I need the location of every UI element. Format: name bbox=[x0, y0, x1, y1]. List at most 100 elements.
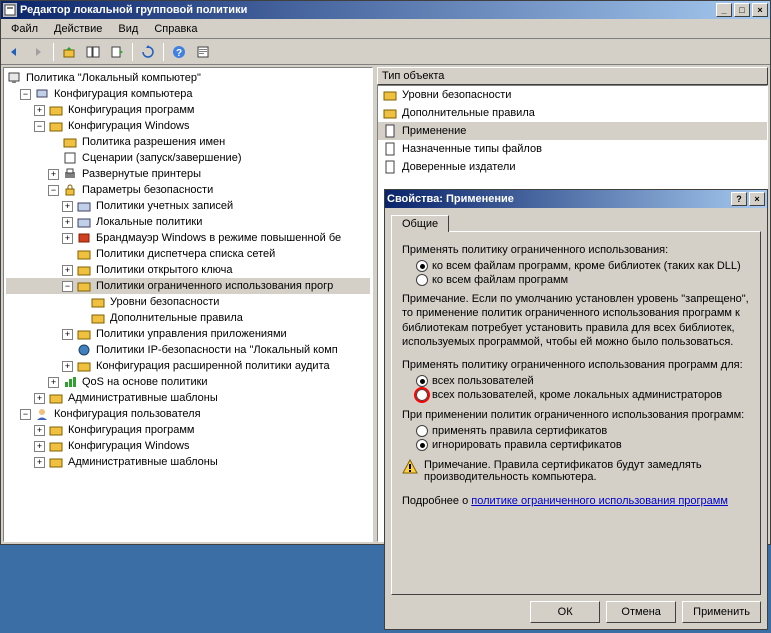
list-item[interactable]: Доверенные издатели bbox=[378, 158, 767, 176]
tree-seclevels[interactable]: Уровни безопасности bbox=[6, 294, 370, 310]
folder-icon bbox=[382, 87, 398, 103]
note1: Примечание. Если по умолчанию установлен… bbox=[402, 292, 750, 349]
cancel-button[interactable]: Отмена bbox=[606, 601, 676, 623]
expand-icon[interactable]: + bbox=[34, 425, 45, 436]
minimize-button[interactable]: _ bbox=[716, 3, 732, 17]
menu-file[interactable]: Файл bbox=[3, 21, 46, 37]
apply-button[interactable]: Применить bbox=[682, 601, 761, 623]
expand-icon[interactable]: + bbox=[62, 329, 73, 340]
section3-label: При применении политик ограниченного исп… bbox=[402, 409, 750, 421]
expand-icon[interactable]: + bbox=[48, 169, 59, 180]
collapse-icon[interactable]: − bbox=[34, 121, 45, 132]
expand-icon[interactable]: + bbox=[62, 265, 73, 276]
menu-help[interactable]: Справка bbox=[146, 21, 205, 37]
expand-icon[interactable]: + bbox=[34, 105, 45, 116]
tree-account-pol[interactable]: + Политики учетных записей bbox=[6, 198, 370, 214]
expand-icon[interactable]: + bbox=[62, 361, 73, 372]
tree-ipsec[interactable]: Политики IP-безопасности на "Локальный к… bbox=[6, 342, 370, 358]
close-button[interactable]: × bbox=[749, 192, 765, 206]
expand-icon[interactable]: + bbox=[62, 233, 73, 244]
tree-comp-config[interactable]: − Конфигурация компьютера bbox=[6, 86, 370, 102]
list-item[interactable]: Применение bbox=[378, 122, 767, 140]
collapse-icon[interactable]: − bbox=[20, 409, 31, 420]
tree-addrules[interactable]: Дополнительные правила bbox=[6, 310, 370, 326]
radio-icon[interactable] bbox=[416, 389, 428, 401]
folder-icon bbox=[48, 102, 64, 118]
radio-opt1a[interactable]: ко всем файлам программ, кроме библиотек… bbox=[416, 260, 750, 272]
folder-icon bbox=[76, 262, 92, 278]
menu-action[interactable]: Действие bbox=[46, 21, 110, 37]
tree-srp[interactable]: − Политики ограниченного использования п… bbox=[6, 278, 370, 294]
radio-opt3a[interactable]: применять правила сертификатов bbox=[416, 425, 750, 437]
forward-button[interactable] bbox=[27, 41, 49, 63]
radio-opt2b[interactable]: всех пользователей, кроме локальных адми… bbox=[416, 389, 750, 401]
tree-user-config[interactable]: − Конфигурация пользователя bbox=[6, 406, 370, 422]
up-button[interactable] bbox=[58, 41, 80, 63]
tree-firewall[interactable]: + Брандмауэр Windows в режиме повышенной… bbox=[6, 230, 370, 246]
tree-u-windows[interactable]: + Конфигурация Windows bbox=[6, 438, 370, 454]
tab-general[interactable]: Общие bbox=[391, 215, 449, 232]
more-link[interactable]: политике ограниченного использования про… bbox=[471, 495, 728, 507]
ok-button[interactable]: ОК bbox=[530, 601, 600, 623]
tree-nlm[interactable]: Политики диспетчера списка сетей bbox=[6, 246, 370, 262]
list-item[interactable]: Назначенные типы файлов bbox=[378, 140, 767, 158]
refresh-button[interactable] bbox=[137, 41, 159, 63]
folder-icon bbox=[48, 454, 64, 470]
tree-scripts[interactable]: Сценарии (запуск/завершение) bbox=[6, 150, 370, 166]
radio-icon[interactable] bbox=[416, 439, 428, 451]
tree-panel[interactable]: Политика "Локальный компьютер" − Конфигу… bbox=[3, 67, 373, 542]
tree-u-admin[interactable]: + Административные шаблоны bbox=[6, 454, 370, 470]
tree-admin-templ[interactable]: + Административные шаблоны bbox=[6, 390, 370, 406]
radio-icon[interactable] bbox=[416, 375, 428, 387]
tree-name-res[interactable]: Политика разрешения имен bbox=[6, 134, 370, 150]
radio-opt2a[interactable]: всех пользователей bbox=[416, 375, 750, 387]
tree-root[interactable]: Политика "Локальный компьютер" bbox=[6, 70, 370, 86]
more-info: Подробнее о политике ограниченного испол… bbox=[402, 495, 750, 507]
radio-icon[interactable] bbox=[416, 425, 428, 437]
tree-software-config[interactable]: + Конфигурация программ bbox=[6, 102, 370, 118]
back-button[interactable] bbox=[3, 41, 25, 63]
properties-button[interactable] bbox=[192, 41, 214, 63]
radio-opt3b[interactable]: игнорировать правила сертификатов bbox=[416, 439, 750, 451]
tree-label: Уровни безопасности bbox=[108, 296, 221, 308]
tree-pubkey[interactable]: + Политики открытого ключа bbox=[6, 262, 370, 278]
tree-advaudit[interactable]: + Конфигурация расширенной политики ауди… bbox=[6, 358, 370, 374]
expand-icon[interactable]: + bbox=[62, 217, 73, 228]
tree-printers[interactable]: + Развернутые принтеры bbox=[6, 166, 370, 182]
list-item[interactable]: Дополнительные правила bbox=[378, 104, 767, 122]
expand-icon[interactable]: + bbox=[34, 457, 45, 468]
menu-view[interactable]: Вид bbox=[110, 21, 146, 37]
radio-icon[interactable] bbox=[416, 260, 428, 272]
help-button[interactable]: ? bbox=[731, 192, 747, 206]
list-item[interactable]: Уровни безопасности bbox=[378, 86, 767, 104]
show-hide-tree-button[interactable] bbox=[82, 41, 104, 63]
tree-security[interactable]: − Параметры безопасности bbox=[6, 182, 370, 198]
expand-icon[interactable]: + bbox=[34, 393, 45, 404]
tree-local-pol[interactable]: + Локальные политики bbox=[6, 214, 370, 230]
tree-qos[interactable]: + QoS на основе политики bbox=[6, 374, 370, 390]
folder-icon bbox=[382, 105, 398, 121]
close-button[interactable]: × bbox=[752, 3, 768, 17]
tree-label: Конфигурация программ bbox=[66, 104, 196, 116]
radio-opt1b[interactable]: ко всем файлам программ bbox=[416, 274, 750, 286]
expand-icon[interactable]: + bbox=[48, 377, 59, 388]
help-button[interactable]: ? bbox=[168, 41, 190, 63]
tree-label: Политики IP-безопасности на "Локальный к… bbox=[94, 344, 340, 356]
tree-appctrl[interactable]: + Политики управления приложениями bbox=[6, 326, 370, 342]
radio-label: всех пользователей, кроме локальных адми… bbox=[432, 389, 722, 401]
expand-icon[interactable]: + bbox=[34, 441, 45, 452]
radio-icon[interactable] bbox=[416, 274, 428, 286]
collapse-icon[interactable]: − bbox=[48, 185, 59, 196]
folder-icon bbox=[76, 198, 92, 214]
tree-u-software[interactable]: + Конфигурация программ bbox=[6, 422, 370, 438]
collapse-icon[interactable]: − bbox=[20, 89, 31, 100]
collapse-icon[interactable]: − bbox=[62, 281, 73, 292]
expand-icon[interactable]: + bbox=[62, 201, 73, 212]
tree-label: Конфигурация Windows bbox=[66, 120, 192, 132]
tree-label: Политика "Локальный компьютер" bbox=[24, 72, 203, 84]
tree-label: QoS на основе политики bbox=[80, 376, 210, 388]
tree-windows-config[interactable]: − Конфигурация Windows bbox=[6, 118, 370, 134]
list-header[interactable]: Тип объекта bbox=[377, 67, 768, 85]
maximize-button[interactable]: □ bbox=[734, 3, 750, 17]
export-button[interactable] bbox=[106, 41, 128, 63]
